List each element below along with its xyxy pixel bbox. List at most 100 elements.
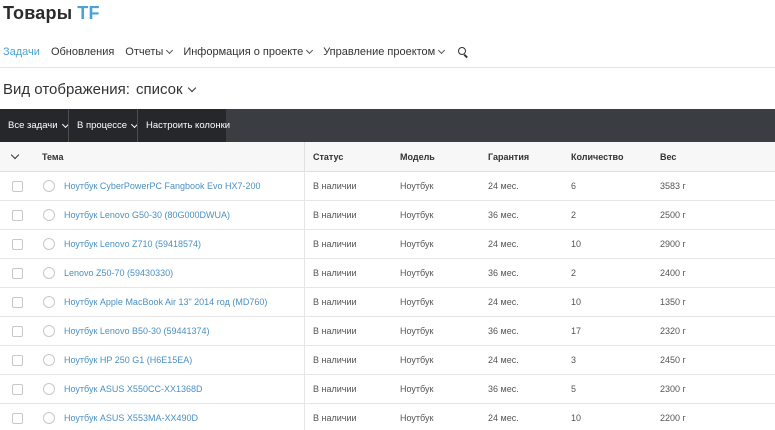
row-quantity: 3 — [571, 355, 577, 365]
row-checkbox[interactable] — [12, 180, 23, 192]
row-complete-radio[interactable] — [43, 412, 55, 424]
nav-item-label: Управление проектом — [323, 46, 436, 58]
table-row: Ноутбук Lenovo B50-30 (59441374) В налич… — [0, 317, 775, 346]
row-complete-radio[interactable] — [43, 383, 55, 395]
row-status: В наличии — [313, 268, 357, 278]
nav-item-project-info[interactable]: Информация о проекте — [183, 46, 314, 58]
row-weight: 2900 г — [660, 239, 686, 249]
nav-item-tasks[interactable]: Задачи — [3, 46, 40, 58]
row-model: Ноутбук — [400, 268, 434, 278]
row-status: В наличии — [313, 297, 357, 307]
row-topic-link[interactable]: Ноутбук Lenovo G50-30 (80G000DWUA) — [64, 210, 230, 220]
row-checkbox[interactable] — [12, 383, 23, 395]
column-divider — [304, 230, 305, 258]
row-warranty: 36 мес. — [488, 210, 519, 220]
row-model: Ноутбук — [400, 210, 434, 220]
row-checkbox[interactable] — [12, 296, 23, 308]
row-complete-radio[interactable] — [43, 325, 55, 337]
row-complete-radio[interactable] — [43, 209, 55, 221]
row-status: В наличии — [313, 355, 357, 365]
nav-item-reports[interactable]: Отчеты — [125, 46, 174, 58]
table-row: Ноутбук ASUS X550CC-XX1368D В наличии Но… — [0, 375, 775, 404]
table-row: Ноутбук Lenovo Z710 (59418574) В наличии… — [0, 230, 775, 259]
configure-columns-button[interactable]: Настроить колонки — [138, 109, 230, 142]
row-topic-link[interactable]: Ноутбук Apple MacBook Air 13" 2014 год (… — [64, 297, 267, 307]
row-topic-link[interactable]: Ноутбук ASUS X553MA-XX490D — [64, 413, 198, 423]
chevron-down-icon — [187, 83, 196, 93]
column-divider — [304, 201, 305, 229]
page-title-text: Товары — [3, 3, 73, 23]
row-topic-link[interactable]: Ноутбук Lenovo Z710 (59418574) — [64, 239, 201, 249]
row-topic-link[interactable]: Ноутбук HP 250 G1 (H6E15EA) — [64, 355, 192, 365]
row-checkbox[interactable] — [12, 209, 23, 221]
view-mode-label: Вид отображения: — [3, 81, 130, 98]
row-quantity: 10 — [571, 297, 582, 307]
row-status: В наличии — [313, 210, 357, 220]
row-warranty: 36 мес. — [488, 384, 519, 394]
row-model: Ноутбук — [400, 384, 434, 394]
task-table: Тема Статус Модель Гарантия Количество В… — [0, 142, 775, 430]
row-topic-link[interactable]: Ноутбук ASUS X550CC-XX1368D — [64, 384, 202, 394]
row-complete-radio[interactable] — [43, 238, 55, 250]
in-progress-dropdown[interactable]: В процессе — [69, 109, 139, 142]
chevron-down-icon — [166, 46, 174, 55]
row-warranty: 36 мес. — [488, 268, 519, 278]
column-divider — [304, 346, 305, 374]
all-tasks-dropdown[interactable]: Все задачи — [0, 109, 69, 142]
row-quantity: 2 — [571, 268, 577, 278]
configure-columns-label: Настроить колонки — [146, 120, 231, 131]
page-title-accent: TF — [77, 3, 100, 23]
nav-item-label: Задачи — [3, 46, 40, 58]
nav-divider — [0, 67, 775, 68]
search-icon[interactable] — [458, 46, 469, 58]
column-header-status[interactable]: Статус — [313, 142, 343, 171]
column-header-weight[interactable]: Вес — [660, 142, 676, 171]
row-weight: 2200 г — [660, 413, 686, 423]
expand-all-toggle[interactable] — [10, 142, 20, 171]
row-model: Ноутбук — [400, 326, 434, 336]
row-quantity: 17 — [571, 326, 582, 336]
row-checkbox[interactable] — [12, 325, 23, 337]
column-header-warranty[interactable]: Гарантия — [488, 142, 529, 171]
column-header-quantity[interactable]: Количество — [571, 142, 623, 171]
view-mode-value: список — [135, 81, 183, 98]
column-divider — [304, 259, 305, 287]
row-quantity: 10 — [571, 239, 582, 249]
table-row: Lenovo Z50-70 (59430330) В наличии Ноутб… — [0, 259, 775, 288]
row-status: В наличии — [313, 384, 357, 394]
row-weight: 3583 г — [660, 181, 686, 191]
row-weight: 2500 г — [660, 210, 686, 220]
row-complete-radio[interactable] — [43, 267, 55, 279]
row-checkbox[interactable] — [12, 267, 23, 279]
row-topic-link[interactable]: Ноутбук CyberPowerPC Fangbook Evo HX7-20… — [64, 181, 261, 191]
nav-item-label: Информация о проекте — [183, 46, 304, 58]
column-divider — [304, 404, 305, 430]
column-divider — [304, 375, 305, 403]
page-title: Товары TF — [3, 3, 100, 24]
row-model: Ноутбук — [400, 239, 434, 249]
column-divider — [304, 172, 305, 200]
column-header-model[interactable]: Модель — [400, 142, 435, 171]
row-checkbox[interactable] — [12, 238, 23, 250]
row-model: Ноутбук — [400, 297, 434, 307]
nav-item-updates[interactable]: Обновления — [51, 46, 114, 58]
row-warranty: 24 мес. — [488, 355, 519, 365]
row-status: В наличии — [313, 239, 357, 249]
row-warranty: 24 мес. — [488, 239, 519, 249]
chevron-down-icon — [10, 150, 20, 159]
row-warranty: 24 мес. — [488, 297, 519, 307]
nav-item-project-management[interactable]: Управление проектом — [323, 46, 446, 58]
nav-item-label: Обновления — [50, 46, 115, 58]
row-complete-radio[interactable] — [43, 296, 55, 308]
table-row: Ноутбук ASUS X553MA-XX490D В наличии Ноу… — [0, 404, 775, 430]
row-warranty: 24 мес. — [488, 413, 519, 423]
column-header-topic[interactable]: Тема — [42, 142, 63, 171]
row-checkbox[interactable] — [12, 412, 23, 424]
view-mode-selector[interactable]: Вид отображения: список — [3, 81, 196, 98]
row-topic-link[interactable]: Ноутбук Lenovo B50-30 (59441374) — [64, 326, 210, 336]
row-checkbox[interactable] — [12, 354, 23, 366]
row-complete-radio[interactable] — [43, 354, 55, 366]
row-topic-link[interactable]: Lenovo Z50-70 (59430330) — [64, 268, 173, 278]
row-quantity: 10 — [571, 413, 582, 423]
row-complete-radio[interactable] — [43, 180, 55, 192]
